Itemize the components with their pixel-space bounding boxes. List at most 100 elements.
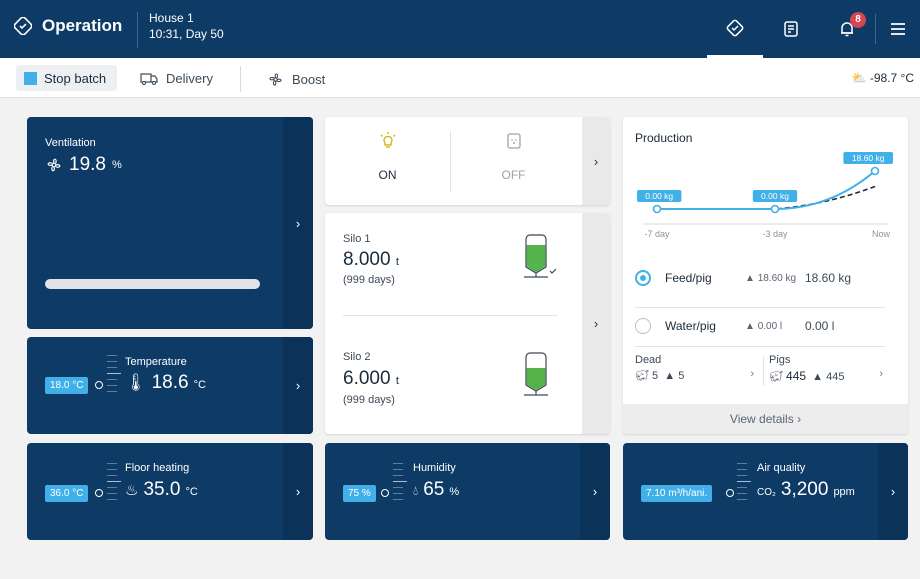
air-quality-card[interactable]: 7.10 m³/h/ani. Air quality CO₂ 3,200 ppm… — [623, 443, 908, 540]
light-on-label: ON — [378, 168, 397, 182]
ventilation-unit: % — [111, 159, 122, 171]
silo-1-value-group: 8.000 t — [343, 249, 399, 271]
operation-icon — [14, 17, 32, 35]
air-quality-scale — [737, 463, 751, 505]
production-chart: 0.00 kg -7 day 0.00 kg -3 day 18.60 kg Now — [637, 152, 893, 239]
droplets-icon: 💧︎ — [413, 483, 419, 498]
stop-batch-button[interactable]: Stop batch — [16, 65, 118, 91]
action-divider — [240, 66, 241, 92]
feed-trend-unit: kg — [785, 272, 797, 284]
light-on-toggle[interactable]: ON — [325, 117, 450, 205]
temperature-card[interactable]: 18.0 °C Temperature 🌡︎ 18.6 °C › — [27, 337, 313, 434]
water-row[interactable]: Water/pig ▲ 0.00 l 0.00 l — [635, 306, 885, 346]
temperature-unit: °C — [193, 379, 206, 391]
connector-dot — [95, 489, 103, 497]
data-point[interactable] — [770, 204, 780, 214]
floor-heating-label: Floor heating — [125, 462, 190, 474]
humidity-value-group: 💧︎ 65 % — [413, 479, 459, 501]
boost-button[interactable]: Boost — [267, 71, 325, 88]
humidity-value: 65 — [423, 479, 445, 500]
water-trend: ▲ 0.00 l — [745, 320, 783, 332]
view-details-button[interactable]: View details › — [623, 404, 908, 434]
water-trend-value: 0.00 l — [757, 320, 783, 332]
tab-alarms[interactable]: 8 — [819, 0, 875, 58]
outside-temperature: ⛅ -98.7 °C — [852, 71, 914, 85]
temperature-value: 18.6 — [151, 372, 189, 393]
x-tick-label: Now — [872, 229, 891, 239]
feed-trend: ▲ 18.60 kg — [745, 272, 797, 284]
tab-operation[interactable] — [707, 0, 763, 58]
chevron-right-icon[interactable]: › — [582, 117, 610, 205]
feed-name: Feed/pig — [665, 271, 712, 285]
chevron-right-icon[interactable]: › — [580, 443, 610, 540]
silo-2-unit: t — [395, 375, 399, 387]
operation-title-group: Operation — [14, 16, 122, 36]
data-label: 0.00 kg — [645, 191, 673, 201]
silo-1-label: Silo 1 — [343, 233, 371, 245]
floor-heating-value-group: ♨ 35.0 °C — [125, 479, 198, 501]
silo-1-value: 8.000 — [343, 249, 391, 270]
summary-divider — [763, 356, 764, 386]
ventilation-value-group: 19.8 % — [45, 154, 122, 176]
humidity-card[interactable]: 75 % Humidity 💧︎ 65 % › — [325, 443, 610, 540]
data-label: 0.00 kg — [761, 191, 789, 201]
silo-2-value: 6.000 — [343, 368, 391, 389]
silos-card[interactable]: Silo 1 8.000 t (999 days) Silo 2 6.000 t… — [325, 213, 610, 434]
dead-summary[interactable]: Dead 🐖︎ 5 ▲ 5 › — [635, 354, 758, 398]
silo-2-value-group: 6.000 t — [343, 368, 399, 390]
pig-icon: 🐖︎ — [769, 371, 783, 383]
chevron-right-icon[interactable]: › — [283, 117, 313, 329]
menu-button[interactable] — [876, 0, 920, 58]
light-bulb-icon — [380, 132, 395, 148]
chevron-right-icon[interactable]: › — [283, 337, 313, 434]
stop-icon — [24, 71, 37, 85]
notification-badge: 8 — [850, 12, 866, 28]
ventilation-bar — [45, 279, 260, 289]
pigs-count: 445 — [786, 369, 807, 383]
fan-icon — [47, 158, 61, 172]
floor-heating-card[interactable]: 36.0 °C Floor heating ♨ 35.0 °C › — [27, 443, 313, 540]
data-point[interactable] — [652, 204, 662, 214]
dead-trend: 5 — [678, 370, 685, 382]
tab-report[interactable] — [763, 0, 819, 58]
light-off-label: OFF — [501, 168, 526, 182]
air-quality-label: Air quality — [757, 462, 806, 474]
dimmer-icon — [506, 133, 521, 149]
feed-row[interactable]: Feed/pig ▲ 18.60 kg 18.60 kg — [635, 258, 885, 298]
header-divider — [137, 12, 138, 48]
cloud-sun-icon: ⛅ — [851, 71, 867, 85]
chevron-right-icon[interactable]: › — [878, 443, 908, 540]
temperature-scale — [107, 355, 121, 397]
delivery-button[interactable]: Delivery — [140, 71, 213, 86]
humidity-unit: % — [449, 486, 460, 498]
water-radio[interactable] — [635, 318, 651, 334]
humidity-setpoint: 75 % — [343, 485, 376, 502]
top-icons: 8 — [707, 0, 920, 58]
temperature-setpoint: 18.0 °C — [45, 377, 89, 394]
ventilation-card[interactable]: Ventilation 19.8 % › — [27, 117, 313, 329]
delivery-label: Delivery — [166, 71, 213, 86]
pigs-trend: 445 — [826, 371, 845, 383]
data-point[interactable] — [870, 166, 880, 176]
hamburger-icon — [891, 23, 905, 35]
stop-batch-label: Stop batch — [44, 70, 107, 86]
floor-heating-scale — [107, 463, 121, 505]
connector-dot — [381, 489, 389, 497]
dead-label: Dead — [635, 354, 662, 366]
silo-divider — [343, 315, 558, 316]
house-time: 10:31, Day 50 — [149, 27, 224, 41]
silo-1-icon — [524, 234, 557, 278]
air-quality-value: 3,200 — [780, 479, 829, 500]
light-off-toggle[interactable]: OFF — [451, 117, 576, 205]
chevron-right-icon[interactable]: › — [582, 213, 610, 434]
floor-heating-value: 35.0 — [143, 479, 181, 500]
house-info[interactable]: House 1 10:31, Day 50 — [149, 10, 224, 42]
production-divider — [635, 346, 885, 347]
feed-radio[interactable] — [635, 270, 651, 286]
top-bar: Operation House 1 10:31, Day 50 8 — [0, 0, 920, 58]
operation-tab-icon — [726, 19, 744, 36]
chevron-right-icon[interactable]: › — [283, 443, 313, 540]
production-title: Production — [635, 131, 693, 145]
pigs-summary[interactable]: Pigs 🐖︎ 445 ▲ 445 › — [769, 354, 887, 398]
data-label: 18.60 kg — [852, 153, 885, 163]
